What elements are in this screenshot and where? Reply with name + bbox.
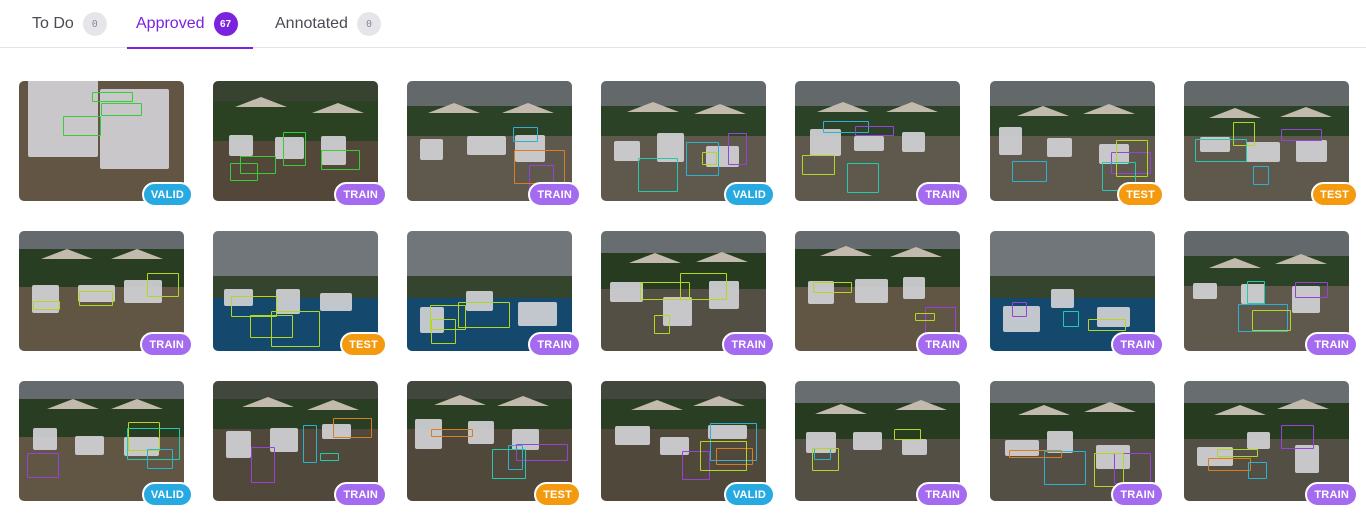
- image-card[interactable]: TRAIN: [1184, 231, 1358, 357]
- tab-label: Annotated: [275, 15, 348, 32]
- split-badge: TRAIN: [528, 182, 581, 207]
- split-badge: TEST: [534, 482, 581, 507]
- split-badge: TRAIN: [140, 332, 193, 357]
- image-card[interactable]: TRAIN: [1184, 381, 1358, 507]
- image-card[interactable]: TRAIN: [407, 231, 581, 357]
- tab-bar: To Do 0 Approved 67 Annotated 0: [0, 0, 1366, 49]
- split-badge: TRAIN: [1305, 332, 1358, 357]
- split-badge: VALID: [723, 482, 775, 507]
- image-card[interactable]: VALID: [19, 381, 193, 507]
- image-card[interactable]: TRAIN: [407, 81, 581, 207]
- tab-annotated[interactable]: Annotated 0: [275, 0, 381, 48]
- split-badge: TRAIN: [722, 332, 775, 357]
- image-card[interactable]: TRAIN: [213, 81, 387, 207]
- image-card[interactable]: TRAIN: [795, 81, 969, 207]
- split-badge: TEST: [1311, 182, 1358, 207]
- image-card[interactable]: VALID: [601, 381, 775, 507]
- split-badge: TEST: [1117, 182, 1164, 207]
- image-card[interactable]: TEST: [990, 81, 1164, 207]
- count-badge: 0: [356, 12, 381, 36]
- image-card[interactable]: TEST: [213, 231, 387, 357]
- split-badge: VALID: [141, 482, 193, 507]
- tab-label: Approved: [136, 15, 205, 32]
- image-card[interactable]: TRAIN: [990, 231, 1164, 357]
- image-card[interactable]: TRAIN: [795, 231, 969, 357]
- image-card[interactable]: TEST: [407, 381, 581, 507]
- split-badge: TRAIN: [334, 182, 387, 207]
- tab-approved[interactable]: Approved 67: [127, 0, 253, 49]
- image-card[interactable]: VALID: [601, 81, 775, 207]
- image-card[interactable]: TEST: [1184, 81, 1358, 207]
- image-card[interactable]: TRAIN: [213, 381, 387, 507]
- split-badge: TRAIN: [1305, 482, 1358, 507]
- split-badge: TRAIN: [528, 332, 581, 357]
- count-badge: 0: [82, 12, 107, 36]
- image-card[interactable]: TRAIN: [990, 381, 1164, 507]
- count-badge: 67: [213, 12, 238, 36]
- image-card[interactable]: TRAIN: [795, 381, 969, 507]
- active-tab-indicator: [127, 47, 253, 49]
- tab-label: To Do: [32, 15, 74, 32]
- tab-todo[interactable]: To Do 0: [32, 0, 107, 48]
- split-badge: TRAIN: [334, 482, 387, 507]
- image-card[interactable]: TRAIN: [601, 231, 775, 357]
- split-badge: TRAIN: [1111, 332, 1164, 357]
- split-badge: TRAIN: [1111, 482, 1164, 507]
- image-card[interactable]: VALID: [19, 81, 193, 207]
- split-badge: TRAIN: [916, 332, 969, 357]
- split-badge: TRAIN: [916, 182, 969, 207]
- split-badge: VALID: [723, 182, 775, 207]
- split-badge: VALID: [141, 182, 193, 207]
- split-badge: TRAIN: [916, 482, 969, 507]
- split-badge: TEST: [340, 332, 387, 357]
- image-card[interactable]: TRAIN: [19, 231, 193, 357]
